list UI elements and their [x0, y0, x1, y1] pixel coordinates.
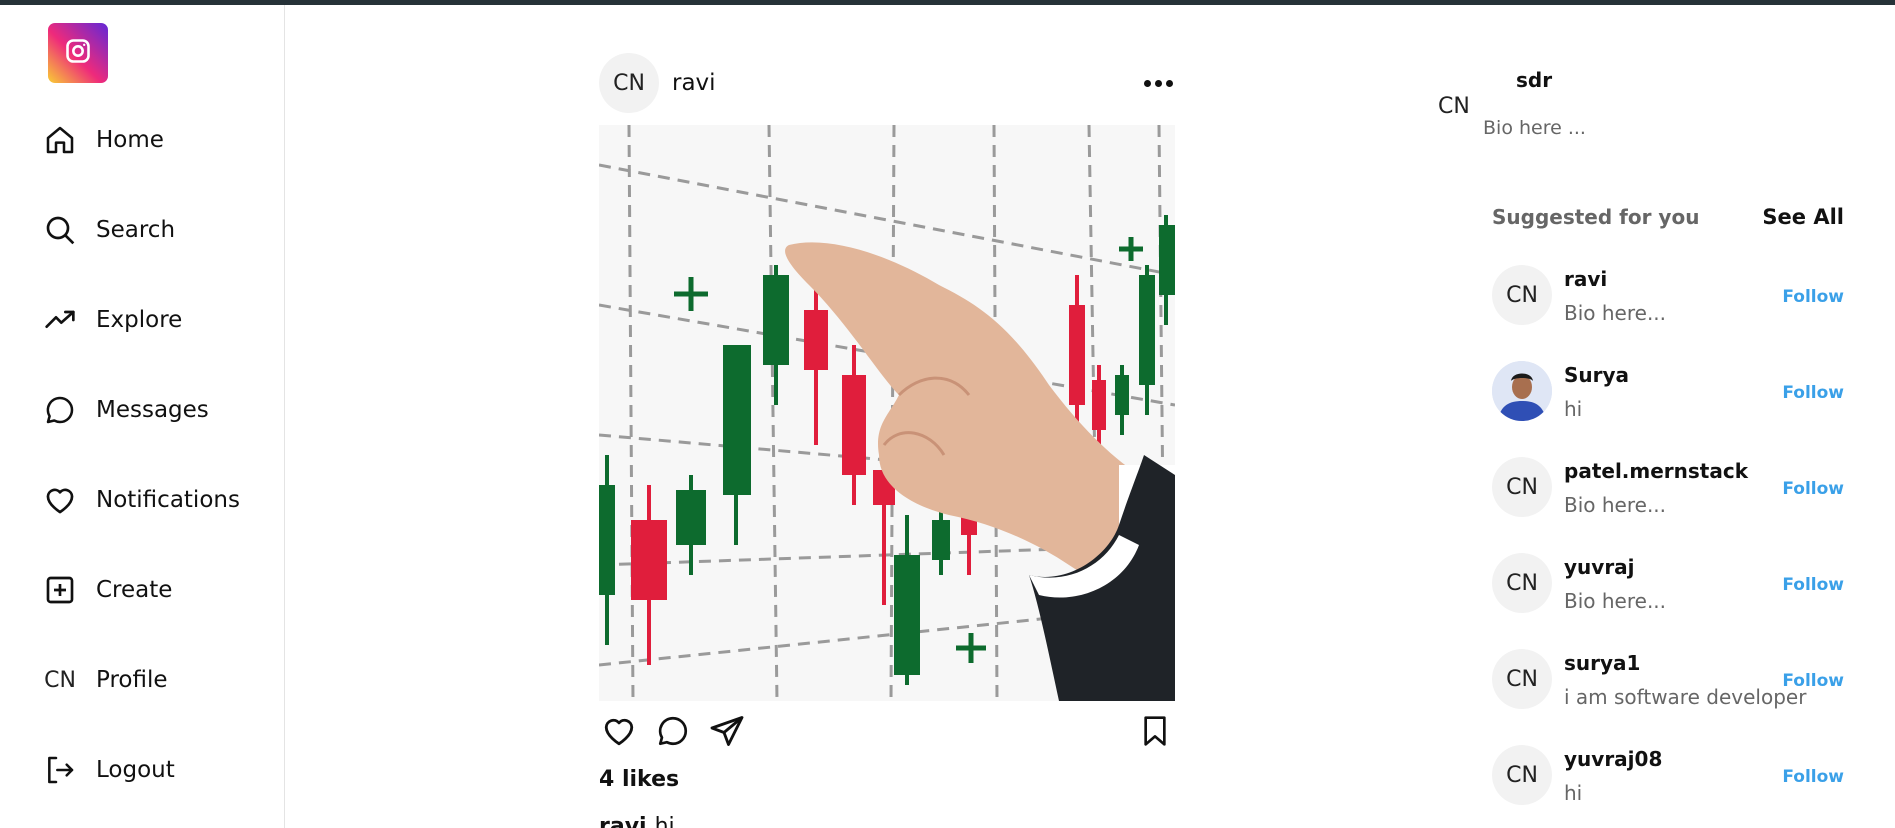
suggested-bio: i am software developer — [1564, 685, 1807, 709]
suggested-bio: Bio here... — [1564, 589, 1667, 613]
current-user-avatar[interactable]: CN — [1438, 94, 1470, 119]
post-avatar[interactable]: CN — [599, 53, 659, 113]
suggested-header: Suggested for you See All — [1492, 205, 1844, 229]
sidebar-item-explore[interactable]: Explore — [42, 298, 182, 342]
current-user-name[interactable]: sdr — [1516, 68, 1552, 92]
sidebar: Home Search Explore Messages Notificatio… — [0, 5, 285, 828]
suggested-bio: hi — [1564, 781, 1583, 805]
caption-text: hi — [654, 814, 675, 828]
list-item: CN yuvraj08 hi Follow — [1492, 745, 1844, 828]
current-user: CN sdr Bio here ... — [1438, 68, 1838, 148]
heart-icon — [601, 713, 637, 753]
list-item: CN patel.mernstack Bio here... Follow — [1492, 457, 1844, 553]
sidebar-item-label: Notifications — [96, 487, 240, 513]
sidebar-item-label: Messages — [96, 397, 209, 423]
follow-button[interactable]: Follow — [1782, 383, 1844, 403]
more-options-button[interactable] — [1144, 72, 1173, 95]
comment-icon — [656, 714, 690, 752]
suggested-bio: Bio here... — [1564, 493, 1667, 517]
sidebar-item-label: Home — [96, 127, 164, 153]
post-username[interactable]: ravi — [672, 70, 716, 96]
comment-button[interactable] — [653, 713, 693, 753]
home-icon — [42, 122, 78, 158]
sidebar-item-label: Create — [96, 577, 173, 603]
sidebar-item-messages[interactable]: Messages — [42, 388, 209, 432]
sidebar-item-label: Logout — [96, 757, 175, 783]
sidebar-item-label: Profile — [96, 667, 168, 693]
suggested-title: Suggested for you — [1492, 205, 1700, 229]
follow-button[interactable]: Follow — [1782, 767, 1844, 787]
search-icon — [42, 212, 78, 248]
dot-icon — [1155, 79, 1162, 87]
sidebar-item-profile[interactable]: CN Profile — [42, 658, 168, 702]
see-all-link[interactable]: See All — [1762, 205, 1844, 229]
sidebar-item-notifications[interactable]: Notifications — [42, 478, 240, 522]
list-item: CN surya1 i am software developer Follow — [1492, 649, 1844, 745]
suggested-username[interactable]: patel.mernstack — [1564, 459, 1748, 483]
avatar[interactable]: CN — [1492, 649, 1552, 709]
suggested-bio: hi — [1564, 397, 1583, 421]
post-header: CN ravi — [599, 50, 1175, 116]
follow-button[interactable]: Follow — [1782, 479, 1844, 499]
suggested-username[interactable]: yuvraj08 — [1564, 747, 1662, 771]
logout-icon — [42, 752, 78, 788]
save-button[interactable] — [1135, 713, 1175, 753]
caption-username[interactable]: ravi — [599, 814, 647, 828]
suggested-username[interactable]: surya1 — [1564, 651, 1640, 675]
heart-icon — [42, 482, 78, 518]
avatar[interactable]: CN — [1492, 745, 1552, 805]
avatar[interactable] — [1492, 361, 1552, 421]
avatar[interactable]: CN — [1492, 457, 1552, 517]
message-icon — [42, 392, 78, 428]
dot-icon — [1166, 79, 1173, 87]
suggested-list: CN ravi Bio here... Follow Surya hi Foll… — [1492, 265, 1844, 828]
suggested-username[interactable]: yuvraj — [1564, 555, 1635, 579]
post-caption: ravi hi — [599, 814, 1175, 828]
sidebar-item-label: Search — [96, 217, 176, 243]
user-photo-icon — [1492, 361, 1552, 421]
list-item: CN ravi Bio here... Follow — [1492, 265, 1844, 361]
follow-button[interactable]: Follow — [1782, 575, 1844, 595]
sidebar-item-create[interactable]: Create — [42, 568, 172, 612]
instagram-icon — [64, 37, 92, 69]
candlestick-photo — [599, 125, 1175, 701]
feed-post: CN ravi 4 likes ravi hi — [599, 50, 1175, 828]
avatar[interactable]: CN — [1492, 553, 1552, 613]
post-image[interactable] — [599, 125, 1175, 701]
list-item: Surya hi Follow — [1492, 361, 1844, 457]
sidebar-item-search[interactable]: Search — [42, 208, 175, 252]
post-actions — [599, 701, 1175, 765]
share-button[interactable] — [707, 713, 747, 753]
like-button[interactable] — [599, 713, 639, 753]
sidebar-item-logout[interactable]: Logout — [42, 748, 175, 792]
send-icon — [709, 713, 745, 753]
plus-square-icon — [42, 572, 78, 608]
profile-avatar: CN — [44, 667, 76, 693]
bookmark-icon — [1139, 714, 1171, 752]
instagram-logo[interactable] — [48, 23, 108, 83]
list-item: CN yuvraj Bio here... Follow — [1492, 553, 1844, 649]
like-count: 4 likes — [599, 767, 680, 792]
suggested-username[interactable]: Surya — [1564, 363, 1629, 387]
suggested-username[interactable]: ravi — [1564, 267, 1607, 291]
sidebar-item-label: Explore — [96, 307, 183, 333]
avatar[interactable]: CN — [1492, 265, 1552, 325]
sidebar-item-home[interactable]: Home — [42, 118, 164, 162]
current-user-bio: Bio here ... — [1483, 117, 1586, 139]
dot-icon — [1144, 79, 1151, 87]
follow-button[interactable]: Follow — [1782, 671, 1844, 691]
trending-icon — [42, 302, 78, 338]
suggested-bio: Bio here... — [1564, 301, 1667, 325]
follow-button[interactable]: Follow — [1782, 287, 1844, 307]
